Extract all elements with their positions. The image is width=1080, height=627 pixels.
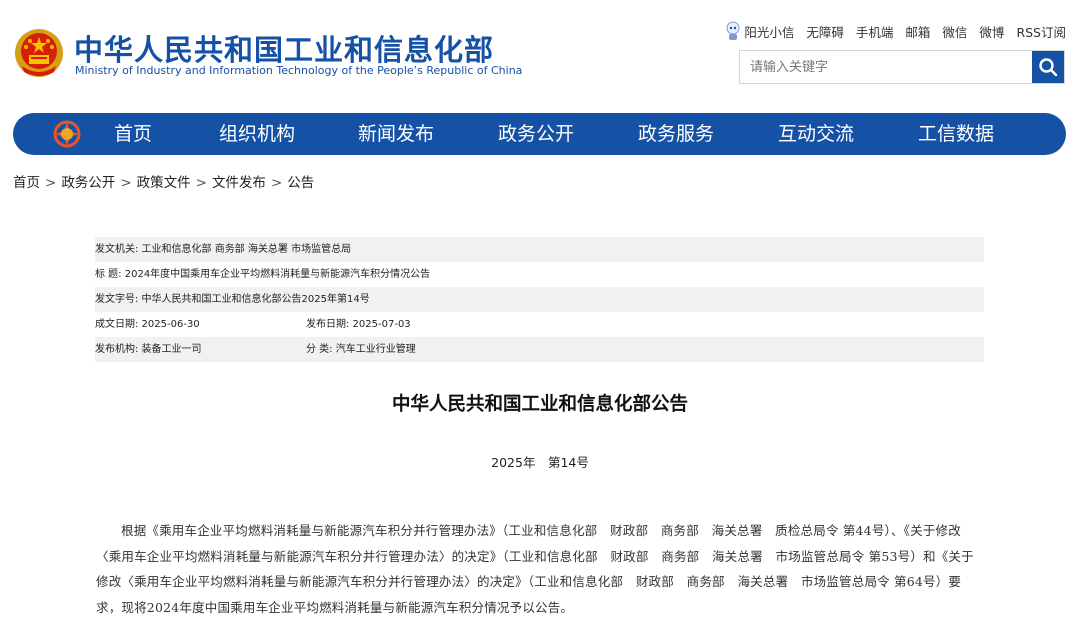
- meta-publish-date: 发布日期: 2025-07-03: [306, 319, 411, 330]
- nav-item-home[interactable]: 首页: [114, 113, 152, 155]
- document-number: 2025年 第14号: [491, 455, 589, 470]
- meta-written-date: 成文日期: 2025-06-30: [95, 319, 200, 330]
- meta-row: 发文机关: 工业和信息化部 商务部 海关总署 市场监管总局: [95, 237, 984, 262]
- site-title[interactable]: 中华人民共和国工业和信息化部: [74, 27, 494, 69]
- toplink-weibo[interactable]: 微博: [979, 22, 1004, 41]
- nav-item-government-services[interactable]: 政务服务: [638, 113, 714, 155]
- meta-doc-number: 发文字号: 中华人民共和国工业和信息化部公告2025年第14号: [95, 294, 370, 305]
- meta-row: 发布机构: 装备工业一司 分 类: 汽车工业行业管理: [95, 337, 984, 362]
- meta-title: 标 题: 2024年度中国乘用车企业平均燃料消耗量与新能源汽车积分情况公告: [95, 269, 431, 280]
- toplink-email[interactable]: 邮箱: [905, 22, 930, 41]
- document-meta-table: 发文机关: 工业和信息化部 商务部 海关总署 市场监管总局 标 题: 2024年…: [95, 237, 984, 362]
- breadcrumb-government-affairs[interactable]: 政务公开: [61, 175, 115, 191]
- document-title: 中华人民共和国工业和信息化部公告: [391, 394, 688, 415]
- meta-row: 成文日期: 2025-06-30 发布日期: 2025-07-03: [95, 312, 984, 337]
- site-subtitle-en: Ministry of Industry and Information Tec…: [75, 64, 523, 77]
- toplink-sunshine[interactable]: 阳光小信: [744, 22, 794, 41]
- breadcrumb: 首页 > 政务公开 > 政策文件 > 文件发布 > 公告: [13, 171, 314, 191]
- meta-row: 发文字号: 中华人民共和国工业和信息化部公告2025年第14号: [95, 287, 984, 312]
- search-input[interactable]: [740, 51, 1032, 83]
- toplink-accessibility[interactable]: 无障碍: [806, 22, 844, 41]
- document-paragraph: 根据《乘用车企业平均燃料消耗量与新能源汽车积分并行管理办法》（工业和信息化部 财…: [96, 523, 974, 615]
- nav-item-news[interactable]: 新闻发布: [358, 113, 434, 155]
- search-box: [739, 50, 1065, 84]
- main-nav: 首页 组织机构 新闻发布 政务公开 政务服务 互动交流 工信数据: [13, 113, 1066, 155]
- nav-logo-icon[interactable]: [53, 120, 81, 148]
- robot-mascot-icon[interactable]: [725, 21, 741, 41]
- national-emblem-icon[interactable]: [14, 28, 64, 78]
- meta-category: 分 类: 汽车工业行业管理: [306, 344, 416, 355]
- toplink-wechat[interactable]: 微信: [942, 22, 967, 41]
- toplink-mobile[interactable]: 手机端: [856, 22, 894, 41]
- toplink-rss[interactable]: RSS订阅: [1016, 22, 1066, 41]
- breadcrumb-document-release[interactable]: 文件发布: [212, 175, 266, 191]
- breadcrumb-separator: >: [45, 175, 57, 191]
- top-links: 阳光小信 无障碍 手机端 邮箱 微信 微博 RSS订阅: [725, 21, 1066, 41]
- breadcrumb-policy-documents[interactable]: 政策文件: [137, 175, 191, 191]
- nav-item-organization[interactable]: 组织机构: [219, 113, 295, 155]
- breadcrumb-separator: >: [270, 175, 283, 191]
- breadcrumb-announcement[interactable]: 公告: [287, 175, 314, 191]
- nav-item-data[interactable]: 工信数据: [918, 113, 994, 155]
- search-icon: [1039, 58, 1058, 77]
- meta-row: 标 题: 2024年度中国乘用车企业平均燃料消耗量与新能源汽车积分情况公告: [95, 262, 984, 287]
- nav-item-government-affairs[interactable]: 政务公开: [498, 113, 574, 155]
- nav-item-interaction[interactable]: 互动交流: [778, 113, 854, 155]
- meta-issuer: 发文机关: 工业和信息化部 商务部 海关总署 市场监管总局: [95, 244, 352, 255]
- site-header: 中华人民共和国工业和信息化部 Ministry of Industry and …: [0, 0, 1080, 110]
- breadcrumb-separator: >: [195, 175, 207, 191]
- meta-publisher: 发布机构: 装备工业一司: [95, 344, 202, 355]
- search-button[interactable]: [1032, 51, 1064, 83]
- breadcrumb-home[interactable]: 首页: [13, 175, 40, 191]
- breadcrumb-separator: >: [120, 175, 132, 191]
